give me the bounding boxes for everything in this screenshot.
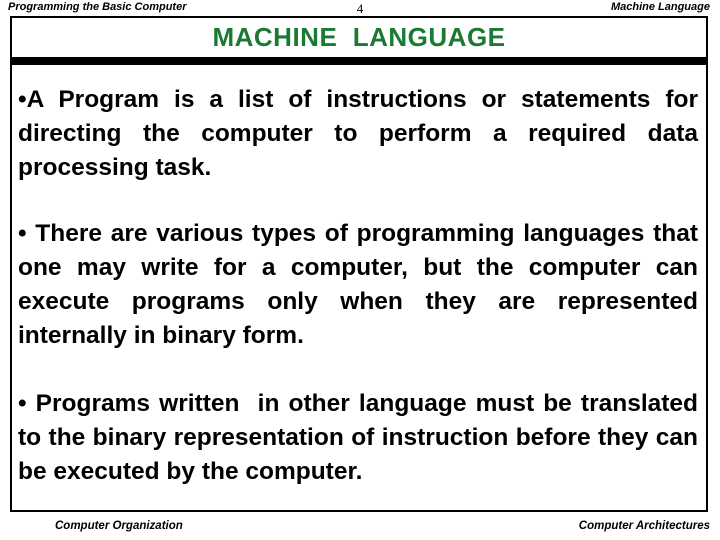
body-area: •A Program is a list of instructions or … [12, 65, 706, 489]
slide-header: Programming the Basic Computer 4 Machine… [0, 0, 720, 16]
footer-right-label: Computer Architectures [578, 520, 710, 532]
bullet-item: • There are various types of programming… [18, 220, 705, 349]
header-right-title: Machine Language [610, 1, 710, 13]
bullet-item: • Programs written in other language mus… [18, 390, 705, 485]
title-area: MACHINE LANGUAGE [12, 22, 706, 53]
slide-root: Programming the Basic Computer 4 Machine… [0, 0, 720, 540]
slide-title: MACHINE LANGUAGE [212, 22, 506, 52]
footer-left-label: Computer Organization [55, 520, 183, 532]
content-box: MACHINE LANGUAGE •A Program is a list of… [10, 16, 708, 512]
title-divider-bar [12, 57, 706, 65]
bullet-item: •A Program is a list of instructions or … [18, 86, 705, 181]
slide-footer: Computer Organization Computer Architect… [0, 514, 720, 540]
